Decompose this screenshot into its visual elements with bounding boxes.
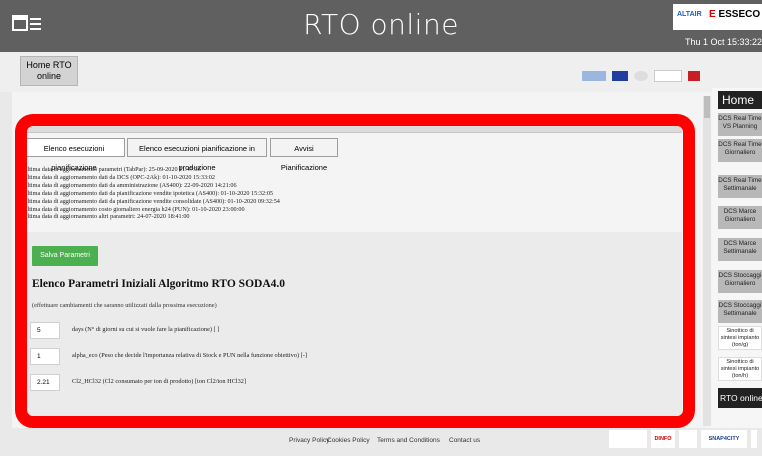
tab-avvisi-pianificazione[interactable]: Avvisi Pianificazione (270, 138, 338, 172)
param-input-days[interactable]: 5 (30, 322, 60, 339)
section-note: (effettuare cambiamenti che saranno util… (32, 302, 217, 309)
footer-link-contact[interactable]: Contact us (449, 437, 480, 444)
home-rto-button[interactable]: Home RTO online (20, 56, 78, 86)
sidebar-item-dcs-realtime-settimanale[interactable]: DCS Real Time Settimanale (718, 175, 762, 198)
sidebar-item-dcs-realtime-vs-planning[interactable]: DCS Real Time VS Planning (718, 113, 762, 136)
info-line: Ultima data di aggiornamento dati da pia… (23, 197, 280, 205)
footer-logos: DINFO SNAP4CITY (609, 430, 757, 448)
regione-toscana-logo (654, 70, 682, 82)
sidebar-item-dcs-marce-giornaliero[interactable]: DCS Marce Giornaliero (718, 206, 762, 229)
dinfo-logo: DINFO (651, 430, 675, 448)
altair-esseco-logo: ALTAIR E ESSECO (673, 4, 762, 30)
tab-elenco-esecuzioni-produzione[interactable]: Elenco esecuzioni pianificazione in prod… (127, 138, 267, 172)
info-line: Ultima data di aggiornamento parametri (… (23, 166, 201, 173)
sidebar-item-sinottico-ton-h[interactable]: Sinottico di sintesi impianto (ton/h) (718, 357, 762, 381)
tab-elenco-esecuzioni[interactable]: Elenco esecuzioni pianificazione (23, 138, 125, 172)
param-label: Cl2_HCl32 (Cl2 consumato per ton di prod… (72, 378, 247, 385)
info-line: Ultima data di aggiornamento dati da amm… (23, 181, 237, 189)
info-line: Ultima data di aggiornamento costo giorn… (23, 205, 245, 213)
footer-link-cookies[interactable]: Cookies Policy (327, 437, 370, 444)
republic-emblem-icon (634, 71, 648, 81)
sidebar-home-title[interactable]: Home (718, 91, 762, 109)
sidebar-item-dcs-marce-settimanale[interactable]: DCS Marce Settimanale (718, 238, 762, 261)
footer-link-terms[interactable]: Terms and Conditions (377, 437, 440, 444)
sidebar-item-dcs-stoccaggi-giornaliero[interactable]: DCS Stoccaggi Giornaliero (718, 270, 762, 293)
param-label: alpha_eco (Peso che decide l'importanza … (72, 352, 307, 359)
scrollbar-track[interactable] (703, 96, 711, 426)
top-bar: RTO online ALTAIR E ESSECO Thu 1 Oct 15:… (0, 0, 762, 52)
university-logo (609, 430, 647, 448)
altair-logo: ALTAIR (677, 11, 702, 18)
flag-badge-icon (688, 71, 700, 81)
sidebar-item-dcs-realtime-giornaliero[interactable]: DCS Real Time Giornaliero (718, 139, 762, 162)
save-parameters-button[interactable]: Salva Parametri (32, 246, 98, 266)
update-info-list: Ultima data di aggiornamento parametri (… (23, 166, 280, 221)
clock-display: Thu 1 Oct 15:33:22 (684, 37, 762, 47)
disit-logo (679, 430, 697, 448)
info-line: Ultima data di aggiornamento dati da pia… (23, 189, 274, 197)
snap4city-logo: SNAP4CITY (701, 430, 747, 448)
param-input-alpha-eco[interactable]: 1 (30, 348, 60, 365)
eu-flag-icon (612, 71, 628, 81)
esseco-logo: E ESSECO (709, 9, 761, 20)
info-line: Ultima data di aggiornamento altri param… (23, 213, 190, 221)
sidebar-item-rto-online[interactable]: RTO online (718, 388, 762, 408)
app-title: RTO online (303, 8, 459, 41)
section-title: Elenco Parametri Iniziali Algoritmo RTO … (32, 278, 285, 290)
partner-logos (582, 70, 700, 82)
sidebar-item-dcs-stoccaggi-settimanale[interactable]: DCS Stoccaggi Settimanale (718, 300, 762, 323)
scrollbar-thumb[interactable] (704, 96, 710, 118)
toscana-logo (582, 71, 606, 81)
extra-logo (751, 430, 757, 448)
param-label: days (N° di giorni su cui si vuole fare … (72, 326, 220, 333)
info-line: Ultima data di aggiornamento dati da DCS… (23, 173, 215, 181)
panel-header-strip (22, 120, 682, 133)
footer-link-privacy[interactable]: Privacy Policy (289, 437, 329, 444)
param-input-cl2-hcl32[interactable]: 2.21 (30, 374, 60, 391)
sidebar-item-sinottico-ton-g[interactable]: Sinottico di sintesi impianto (ton/g) (718, 326, 762, 350)
